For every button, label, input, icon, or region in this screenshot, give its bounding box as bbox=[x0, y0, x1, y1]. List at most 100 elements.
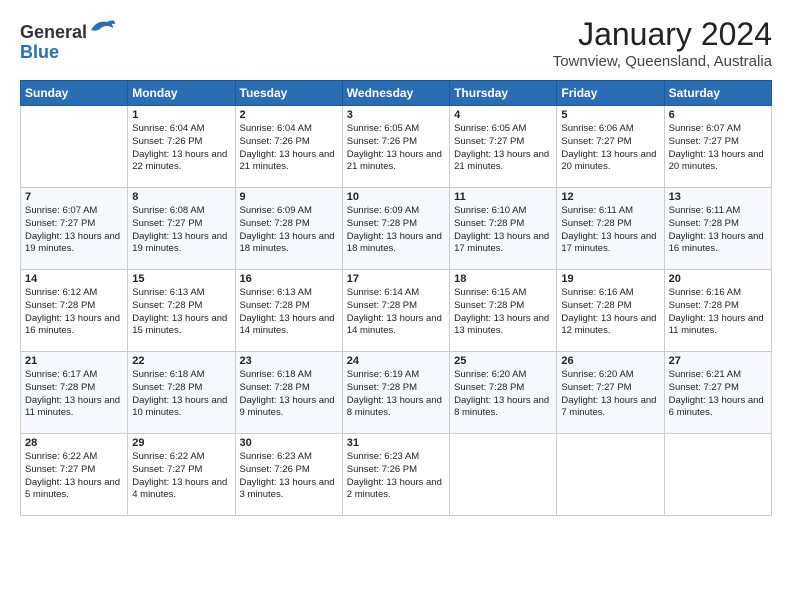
day-number: 14 bbox=[25, 273, 123, 285]
cell-content: Sunrise: 6:23 AMSunset: 7:26 PMDaylight:… bbox=[240, 451, 335, 500]
cell-content: Sunrise: 6:16 AMSunset: 7:28 PMDaylight:… bbox=[561, 287, 656, 336]
cell-content: Sunrise: 6:11 AMSunset: 7:28 PMDaylight:… bbox=[561, 205, 656, 254]
logo-bird-icon bbox=[87, 16, 115, 38]
calendar-cell: 26 Sunrise: 6:20 AMSunset: 7:27 PMDaylig… bbox=[557, 352, 664, 434]
header-wednesday: Wednesday bbox=[342, 81, 449, 106]
day-number: 9 bbox=[240, 191, 338, 203]
header-thursday: Thursday bbox=[450, 81, 557, 106]
page: General Blue January 2024 Townview, Quee… bbox=[0, 0, 792, 526]
day-number: 24 bbox=[347, 355, 445, 367]
cell-content: Sunrise: 6:18 AMSunset: 7:28 PMDaylight:… bbox=[132, 369, 227, 418]
location: Townview, Queensland, Australia bbox=[553, 53, 772, 70]
cell-content: Sunrise: 6:04 AMSunset: 7:26 PMDaylight:… bbox=[132, 123, 227, 172]
cell-content: Sunrise: 6:13 AMSunset: 7:28 PMDaylight:… bbox=[132, 287, 227, 336]
calendar-cell: 8 Sunrise: 6:08 AMSunset: 7:27 PMDayligh… bbox=[128, 188, 235, 270]
week-row-0: 1 Sunrise: 6:04 AMSunset: 7:26 PMDayligh… bbox=[21, 106, 772, 188]
day-number: 30 bbox=[240, 437, 338, 449]
day-number: 31 bbox=[347, 437, 445, 449]
header-row: SundayMondayTuesdayWednesdayThursdayFrid… bbox=[21, 81, 772, 106]
calendar-cell: 15 Sunrise: 6:13 AMSunset: 7:28 PMDaylig… bbox=[128, 270, 235, 352]
cell-content: Sunrise: 6:17 AMSunset: 7:28 PMDaylight:… bbox=[25, 369, 120, 418]
day-number: 10 bbox=[347, 191, 445, 203]
calendar-cell bbox=[557, 434, 664, 516]
calendar-cell: 3 Sunrise: 6:05 AMSunset: 7:26 PMDayligh… bbox=[342, 106, 449, 188]
calendar-cell: 20 Sunrise: 6:16 AMSunset: 7:28 PMDaylig… bbox=[664, 270, 771, 352]
day-number: 28 bbox=[25, 437, 123, 449]
day-number: 15 bbox=[132, 273, 230, 285]
calendar-cell: 2 Sunrise: 6:04 AMSunset: 7:26 PMDayligh… bbox=[235, 106, 342, 188]
day-number: 6 bbox=[669, 109, 767, 121]
calendar-cell: 16 Sunrise: 6:13 AMSunset: 7:28 PMDaylig… bbox=[235, 270, 342, 352]
day-number: 13 bbox=[669, 191, 767, 203]
calendar-cell: 14 Sunrise: 6:12 AMSunset: 7:28 PMDaylig… bbox=[21, 270, 128, 352]
day-number: 4 bbox=[454, 109, 552, 121]
header-sunday: Sunday bbox=[21, 81, 128, 106]
header-monday: Monday bbox=[128, 81, 235, 106]
cell-content: Sunrise: 6:12 AMSunset: 7:28 PMDaylight:… bbox=[25, 287, 120, 336]
cell-content: Sunrise: 6:18 AMSunset: 7:28 PMDaylight:… bbox=[240, 369, 335, 418]
cell-content: Sunrise: 6:07 AMSunset: 7:27 PMDaylight:… bbox=[669, 123, 764, 172]
day-number: 27 bbox=[669, 355, 767, 367]
logo: General Blue bbox=[20, 16, 115, 63]
header-area: General Blue January 2024 Townview, Quee… bbox=[20, 16, 772, 70]
cell-content: Sunrise: 6:22 AMSunset: 7:27 PMDaylight:… bbox=[25, 451, 120, 500]
logo-general: General bbox=[20, 22, 87, 42]
day-number: 26 bbox=[561, 355, 659, 367]
calendar-cell: 12 Sunrise: 6:11 AMSunset: 7:28 PMDaylig… bbox=[557, 188, 664, 270]
cell-content: Sunrise: 6:23 AMSunset: 7:26 PMDaylight:… bbox=[347, 451, 442, 500]
cell-content: Sunrise: 6:16 AMSunset: 7:28 PMDaylight:… bbox=[669, 287, 764, 336]
calendar-cell: 18 Sunrise: 6:15 AMSunset: 7:28 PMDaylig… bbox=[450, 270, 557, 352]
calendar-cell bbox=[450, 434, 557, 516]
cell-content: Sunrise: 6:09 AMSunset: 7:28 PMDaylight:… bbox=[347, 205, 442, 254]
cell-content: Sunrise: 6:05 AMSunset: 7:27 PMDaylight:… bbox=[454, 123, 549, 172]
header-tuesday: Tuesday bbox=[235, 81, 342, 106]
cell-content: Sunrise: 6:20 AMSunset: 7:27 PMDaylight:… bbox=[561, 369, 656, 418]
day-number: 3 bbox=[347, 109, 445, 121]
calendar-cell: 31 Sunrise: 6:23 AMSunset: 7:26 PMDaylig… bbox=[342, 434, 449, 516]
cell-content: Sunrise: 6:14 AMSunset: 7:28 PMDaylight:… bbox=[347, 287, 442, 336]
month-year: January 2024 bbox=[553, 16, 772, 53]
cell-content: Sunrise: 6:09 AMSunset: 7:28 PMDaylight:… bbox=[240, 205, 335, 254]
day-number: 1 bbox=[132, 109, 230, 121]
calendar-cell: 27 Sunrise: 6:21 AMSunset: 7:27 PMDaylig… bbox=[664, 352, 771, 434]
calendar-cell: 10 Sunrise: 6:09 AMSunset: 7:28 PMDaylig… bbox=[342, 188, 449, 270]
cell-content: Sunrise: 6:04 AMSunset: 7:26 PMDaylight:… bbox=[240, 123, 335, 172]
cell-content: Sunrise: 6:06 AMSunset: 7:27 PMDaylight:… bbox=[561, 123, 656, 172]
cell-content: Sunrise: 6:10 AMSunset: 7:28 PMDaylight:… bbox=[454, 205, 549, 254]
day-number: 17 bbox=[347, 273, 445, 285]
header-saturday: Saturday bbox=[664, 81, 771, 106]
day-number: 12 bbox=[561, 191, 659, 203]
calendar-cell: 17 Sunrise: 6:14 AMSunset: 7:28 PMDaylig… bbox=[342, 270, 449, 352]
calendar-cell: 4 Sunrise: 6:05 AMSunset: 7:27 PMDayligh… bbox=[450, 106, 557, 188]
day-number: 23 bbox=[240, 355, 338, 367]
cell-content: Sunrise: 6:08 AMSunset: 7:27 PMDaylight:… bbox=[132, 205, 227, 254]
logo-text: General Blue bbox=[20, 16, 115, 63]
calendar-cell: 6 Sunrise: 6:07 AMSunset: 7:27 PMDayligh… bbox=[664, 106, 771, 188]
cell-content: Sunrise: 6:07 AMSunset: 7:27 PMDaylight:… bbox=[25, 205, 120, 254]
day-number: 21 bbox=[25, 355, 123, 367]
calendar-cell: 9 Sunrise: 6:09 AMSunset: 7:28 PMDayligh… bbox=[235, 188, 342, 270]
title-area: January 2024 Townview, Queensland, Austr… bbox=[553, 16, 772, 70]
calendar-cell: 28 Sunrise: 6:22 AMSunset: 7:27 PMDaylig… bbox=[21, 434, 128, 516]
cell-content: Sunrise: 6:05 AMSunset: 7:26 PMDaylight:… bbox=[347, 123, 442, 172]
day-number: 8 bbox=[132, 191, 230, 203]
calendar-cell: 11 Sunrise: 6:10 AMSunset: 7:28 PMDaylig… bbox=[450, 188, 557, 270]
week-row-4: 28 Sunrise: 6:22 AMSunset: 7:27 PMDaylig… bbox=[21, 434, 772, 516]
calendar-table: SundayMondayTuesdayWednesdayThursdayFrid… bbox=[20, 80, 772, 516]
week-row-1: 7 Sunrise: 6:07 AMSunset: 7:27 PMDayligh… bbox=[21, 188, 772, 270]
calendar-cell: 1 Sunrise: 6:04 AMSunset: 7:26 PMDayligh… bbox=[128, 106, 235, 188]
day-number: 16 bbox=[240, 273, 338, 285]
cell-content: Sunrise: 6:15 AMSunset: 7:28 PMDaylight:… bbox=[454, 287, 549, 336]
calendar-cell: 29 Sunrise: 6:22 AMSunset: 7:27 PMDaylig… bbox=[128, 434, 235, 516]
cell-content: Sunrise: 6:20 AMSunset: 7:28 PMDaylight:… bbox=[454, 369, 549, 418]
header-friday: Friday bbox=[557, 81, 664, 106]
day-number: 25 bbox=[454, 355, 552, 367]
day-number: 20 bbox=[669, 273, 767, 285]
day-number: 18 bbox=[454, 273, 552, 285]
calendar-cell: 24 Sunrise: 6:19 AMSunset: 7:28 PMDaylig… bbox=[342, 352, 449, 434]
calendar-cell: 23 Sunrise: 6:18 AMSunset: 7:28 PMDaylig… bbox=[235, 352, 342, 434]
calendar-cell: 5 Sunrise: 6:06 AMSunset: 7:27 PMDayligh… bbox=[557, 106, 664, 188]
calendar-cell: 25 Sunrise: 6:20 AMSunset: 7:28 PMDaylig… bbox=[450, 352, 557, 434]
day-number: 11 bbox=[454, 191, 552, 203]
day-number: 19 bbox=[561, 273, 659, 285]
